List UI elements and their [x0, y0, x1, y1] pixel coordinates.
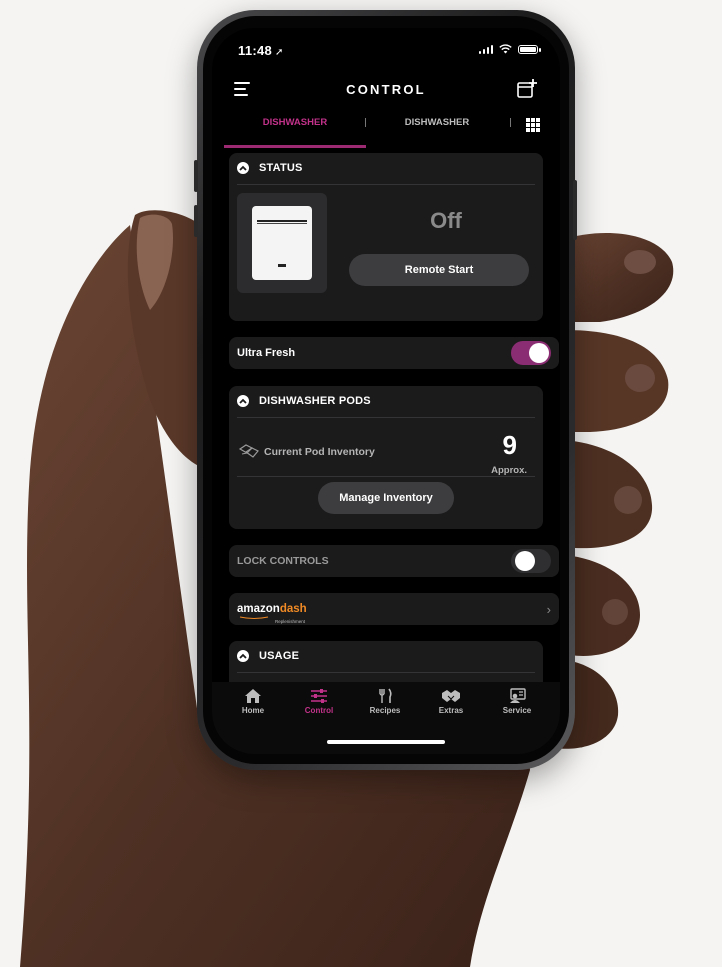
amazon-dash-product: dash [279, 602, 307, 615]
bottom-nav: Home Control Recipes Extras Service [212, 682, 560, 754]
fork-knife-icon [379, 688, 392, 703]
divider [237, 476, 535, 477]
location-arrow-icon: ➚ [275, 47, 284, 58]
status-card-title: STATUS [259, 162, 303, 174]
cellular-signal-icon [478, 44, 493, 54]
nav-label: Recipes [369, 706, 401, 715]
manage-inventory-button[interactable]: Manage Inventory [318, 482, 454, 514]
nav-home[interactable]: Home [223, 688, 283, 715]
pod-inventory-label: Current Pod Inventory [264, 446, 375, 458]
notch [304, 28, 468, 56]
chevron-up-icon [237, 650, 249, 662]
grid-menu-icon[interactable] [526, 118, 540, 132]
nav-service[interactable]: Service [487, 688, 547, 715]
handshake-icon [442, 690, 460, 702]
nav-label: Extras [438, 706, 464, 715]
pods-icon [238, 444, 259, 458]
usage-card-header[interactable]: USAGE [229, 641, 543, 671]
sliders-icon [311, 689, 327, 703]
tab-dishwasher-1[interactable]: DISHWASHER [224, 112, 366, 148]
divider [237, 672, 535, 673]
chevron-up-icon [237, 162, 249, 174]
status-time: 11:48 ➚ [238, 43, 284, 58]
battery-icon [518, 44, 541, 54]
pod-count-approx: Approx. [491, 465, 527, 476]
power-button [573, 180, 577, 240]
nav-label: Home [241, 706, 265, 715]
status-time-text: 11:48 [238, 43, 273, 58]
volume-button [194, 205, 198, 237]
divider [237, 184, 535, 185]
status-card: STATUS Off Remote Start [229, 153, 543, 321]
divider [237, 417, 535, 418]
chevron-up-icon [237, 395, 249, 407]
amazon-dash-row[interactable]: amazondash Replenishment › [229, 593, 559, 625]
tab-dishwasher-2[interactable]: DISHWASHER [372, 112, 502, 145]
tab-divider [510, 118, 511, 127]
appliance-image [237, 193, 327, 293]
page-title: CONTROL [346, 82, 426, 97]
ultra-fresh-row: Ultra Fresh [229, 337, 559, 369]
dishwasher-pods-card: DISHWASHER PODS Current Pod Inventory 9 … [229, 386, 543, 529]
wifi-icon [499, 44, 512, 54]
chevron-right-icon: › [546, 601, 551, 617]
app-screen: 11:48 ➚ CONTROL DISHWASHER DISHWASHER ST… [212, 28, 560, 754]
status-card-header[interactable]: STATUS [229, 153, 543, 183]
service-person-icon [510, 688, 526, 703]
amazon-smile-icon [239, 616, 269, 619]
dishwasher-icon [252, 206, 312, 280]
volume-button [194, 160, 198, 192]
home-indicator[interactable] [327, 740, 445, 744]
pods-card-title: DISHWASHER PODS [259, 395, 371, 407]
add-appliance-icon[interactable] [516, 78, 538, 100]
tab-divider [365, 118, 366, 127]
ultra-fresh-toggle[interactable] [511, 341, 551, 365]
pods-card-header[interactable]: DISHWASHER PODS [229, 386, 543, 416]
usage-card-title: USAGE [259, 650, 300, 662]
lock-controls-row: LOCK CONTROLS [229, 545, 559, 577]
lock-controls-label: LOCK CONTROLS [237, 555, 329, 567]
appliance-tabs: DISHWASHER DISHWASHER [212, 112, 560, 148]
amazon-brand: amazon [237, 602, 280, 615]
nav-label: Service [502, 706, 532, 715]
remote-start-button[interactable]: Remote Start [349, 254, 529, 286]
home-icon [245, 689, 261, 703]
nav-extras[interactable]: Extras [421, 688, 481, 715]
pod-count: 9 [502, 430, 517, 460]
nav-label: Control [304, 706, 334, 715]
lock-controls-toggle[interactable] [511, 549, 551, 573]
amazon-dash-subtitle: Replenishment [275, 618, 306, 624]
ultra-fresh-label: Ultra Fresh [237, 347, 296, 359]
appliance-status: Off [430, 208, 462, 233]
nav-recipes[interactable]: Recipes [355, 688, 415, 715]
nav-control[interactable]: Control [289, 688, 349, 715]
app-header: CONTROL [212, 72, 560, 112]
amazon-dash-logo: amazondash Replenishment [237, 602, 307, 624]
